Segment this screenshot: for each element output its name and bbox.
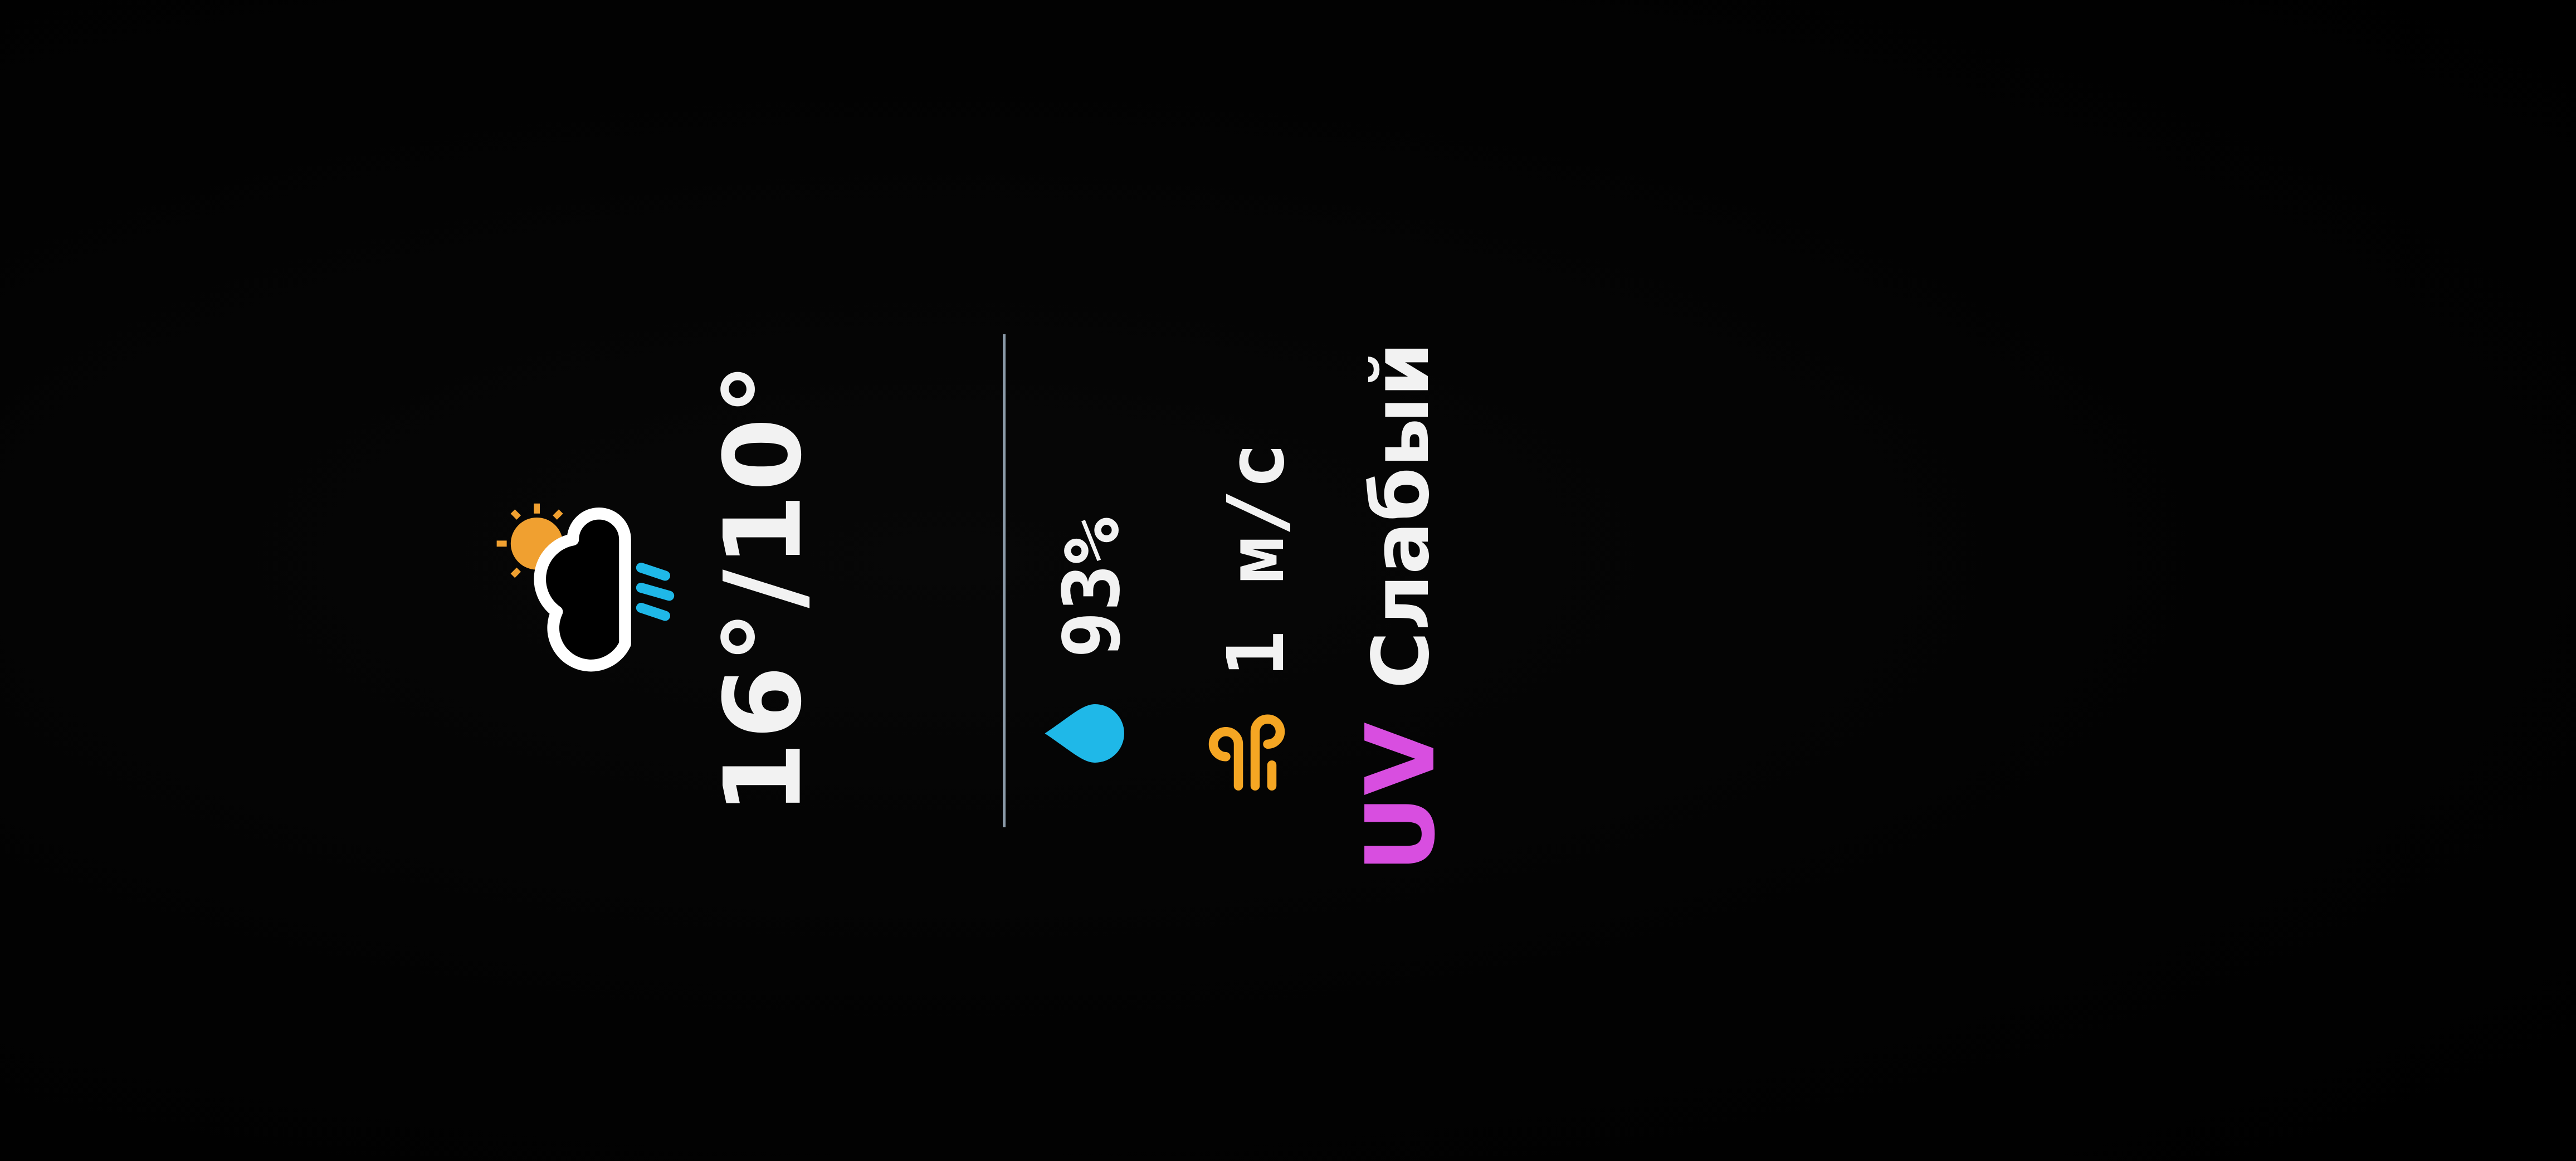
humidity-row: 93%	[1041, 518, 1143, 775]
divider	[1003, 334, 1006, 827]
uv-label: UV	[1346, 722, 1456, 872]
partly-cloudy-rain-icon	[485, 487, 685, 688]
uv-row: UV Слабый	[1346, 342, 1456, 872]
uv-value: Слабый	[1355, 342, 1447, 689]
wind-icon	[1205, 711, 1307, 794]
wind-row: 1 м/с	[1205, 442, 1307, 794]
water-drop-icon	[1041, 691, 1143, 775]
humidity-value: 93%	[1046, 517, 1138, 658]
wind-value: 1 м/с	[1211, 442, 1302, 677]
temperature-range: 16°/10°	[701, 360, 825, 816]
